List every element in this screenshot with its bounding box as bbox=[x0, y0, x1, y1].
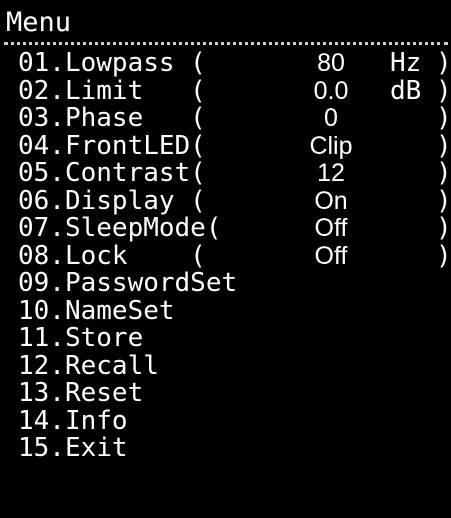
menu-item-label: 04.FrontLED( bbox=[18, 130, 206, 161]
menu-item-label: 07.SleepMode( bbox=[18, 213, 222, 243]
lcd-menu-screen: Menu 01.Lowpass ( 80 Hz ) 02.Limit ( 0.0… bbox=[0, 0, 451, 464]
menu-item-label: 14.Info bbox=[18, 405, 128, 436]
menu-item-close-paren: ) bbox=[436, 185, 451, 216]
menu-item-reset[interactable]: 13.Reset bbox=[18, 378, 449, 408]
menu-item-unit: Hz bbox=[390, 48, 422, 78]
menu-item-label: 05.Contrast( bbox=[18, 158, 206, 188]
menu-item-label: 15.Exit bbox=[18, 433, 128, 463]
menu-item-value: Clip bbox=[309, 131, 353, 160]
menu-item-label: 11.Store bbox=[18, 323, 144, 353]
menu-item-label: 12.Recall bbox=[18, 350, 159, 381]
menu-item-passwordset[interactable]: 09.PasswordSet bbox=[18, 268, 449, 298]
menu-item-recall[interactable]: 12.Recall bbox=[18, 350, 449, 381]
menu-item-value: 12 bbox=[317, 159, 345, 187]
menu-item-close-paren: ) bbox=[436, 75, 451, 106]
menu-item-label: 03.Phase ( bbox=[18, 103, 206, 133]
menu-item-nameset[interactable]: 10.NameSet bbox=[18, 295, 449, 326]
menu-item-close-paren: ) bbox=[436, 213, 451, 243]
menu-item-frontled[interactable]: 04.FrontLED( Clip ) bbox=[18, 130, 451, 161]
menu-item-close-paren: ) bbox=[436, 103, 451, 133]
menu-item-info[interactable]: 14.Info bbox=[18, 405, 449, 436]
menu-item-value: 0.0 bbox=[313, 76, 349, 105]
menu-item-label: 02.Limit ( bbox=[18, 75, 206, 106]
menu-item-label: 08.Lock ( bbox=[18, 240, 206, 271]
menu-item-store[interactable]: 11.Store bbox=[18, 323, 449, 353]
menu-item-value: 80 bbox=[317, 49, 345, 77]
menu-item-label: 13.Reset bbox=[18, 378, 144, 408]
menu-item-label: 01.Lowpass ( bbox=[18, 48, 206, 78]
menu-item-value: 0 bbox=[324, 104, 338, 132]
menu-item-phase[interactable]: 03.Phase ( 0 ) bbox=[18, 103, 451, 133]
menu-item-lock[interactable]: 08.Lock ( Off ) bbox=[18, 240, 451, 271]
menu-item-contrast[interactable]: 05.Contrast( 12 ) bbox=[18, 158, 451, 188]
menu-item-label: 06.Display ( bbox=[18, 185, 206, 216]
menu-item-exit[interactable]: 15.Exit bbox=[18, 433, 449, 463]
menu-item-display[interactable]: 06.Display ( On ) bbox=[18, 185, 451, 216]
menu-item-label: 09.PasswordSet bbox=[18, 268, 238, 298]
menu-item-value: Off bbox=[314, 241, 348, 270]
menu-list: 01.Lowpass ( 80 Hz ) 02.Limit ( 0.0 dB )… bbox=[18, 48, 451, 463]
menu-item-value: Off bbox=[314, 214, 348, 242]
menu-item-label: 10.NameSet bbox=[18, 295, 175, 326]
menu-item-unit: dB bbox=[390, 75, 422, 106]
menu-item-sleepmode[interactable]: 07.SleepMode( Off ) bbox=[18, 213, 451, 243]
menu-item-limit[interactable]: 02.Limit ( 0.0 dB ) bbox=[18, 75, 451, 106]
menu-item-close-paren: ) bbox=[436, 48, 451, 78]
menu-item-close-paren: ) bbox=[436, 158, 451, 188]
title-divider bbox=[4, 42, 448, 45]
menu-title: Menu bbox=[6, 7, 72, 38]
menu-item-value: On bbox=[314, 186, 348, 215]
menu-item-close-paren: ) bbox=[436, 240, 451, 271]
menu-item-lowpass[interactable]: 01.Lowpass ( 80 Hz ) bbox=[18, 48, 451, 78]
menu-item-close-paren: ) bbox=[436, 130, 451, 161]
